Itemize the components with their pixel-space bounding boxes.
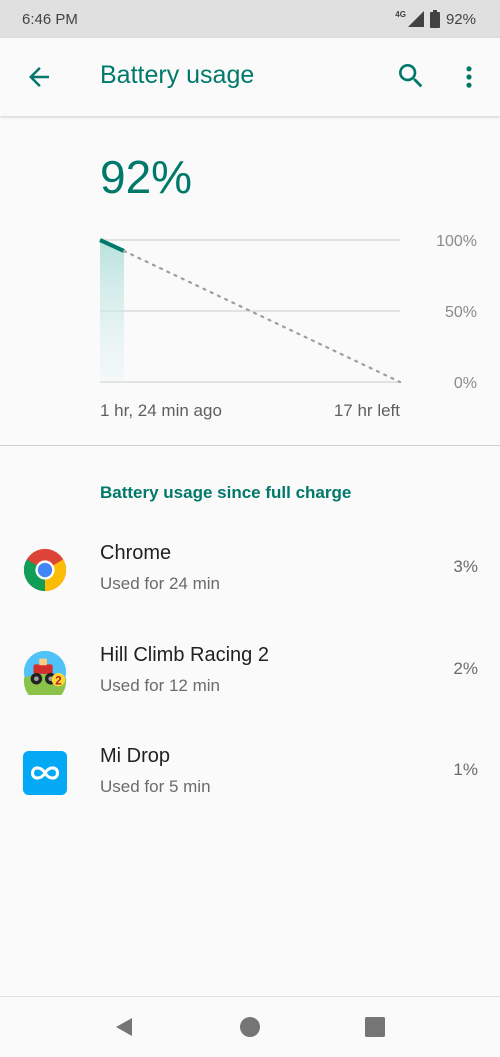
back-arrow-icon[interactable] bbox=[24, 62, 54, 92]
y-tick-100: 100% bbox=[436, 233, 477, 250]
hill-climb-racing-icon: 2 bbox=[23, 650, 67, 695]
battery-icon bbox=[429, 10, 440, 28]
nav-recents-icon[interactable] bbox=[363, 1015, 387, 1039]
projection-line bbox=[122, 249, 402, 384]
app-usage-detail: Used for 24 min bbox=[100, 574, 220, 593]
app-usage-percent: 3% bbox=[453, 557, 478, 576]
mi-drop-icon bbox=[22, 750, 68, 796]
app-row-hill-climb-racing-2[interactable]: 2 Hill Climb Racing 2 Used for 12 min 2% bbox=[0, 644, 500, 734]
status-battery-percent: 92% bbox=[445, 10, 476, 28]
app-row-mi-drop[interactable]: Mi Drop Used for 5 min 1% bbox=[0, 745, 500, 835]
signal-icon bbox=[407, 11, 424, 27]
more-options-icon[interactable] bbox=[455, 60, 483, 94]
y-tick-50: 50% bbox=[445, 304, 477, 321]
status-time: 6:46 PM bbox=[22, 10, 78, 28]
y-tick-0: 0% bbox=[454, 375, 477, 392]
status-icons: 4G 92% bbox=[395, 10, 476, 28]
app-usage-detail: Used for 5 min bbox=[100, 777, 211, 796]
app-usage-detail: Used for 12 min bbox=[100, 676, 220, 695]
app-name: Mi Drop bbox=[100, 745, 171, 767]
nav-home-icon[interactable] bbox=[238, 1015, 262, 1039]
nav-back-icon[interactable] bbox=[112, 1015, 136, 1039]
chart-start-label: 1 hr, 24 min ago bbox=[100, 401, 222, 420]
app-bar: Battery usage bbox=[0, 38, 500, 116]
app-name: Hill Climb Racing 2 bbox=[100, 644, 269, 666]
app-usage-percent: 1% bbox=[453, 760, 478, 779]
section-divider bbox=[0, 445, 500, 446]
app-row-chrome[interactable]: Chrome Used for 24 min 3% bbox=[0, 542, 500, 632]
network-type: 4G bbox=[395, 9, 406, 19]
chart-end-label: 17 hr left bbox=[333, 401, 400, 420]
battery-chart: 100% 50% 0% bbox=[99, 233, 477, 392]
svg-text:2: 2 bbox=[55, 675, 61, 687]
page-title: Battery usage bbox=[100, 61, 255, 89]
section-header: Battery usage since full charge bbox=[100, 483, 352, 502]
search-icon[interactable] bbox=[395, 60, 427, 92]
app-usage-percent: 2% bbox=[453, 659, 478, 678]
status-bar: 6:46 PM 4G 92% bbox=[0, 0, 500, 38]
app-name: Chrome bbox=[100, 542, 172, 564]
battery-level: 92% bbox=[100, 151, 193, 203]
navigation-bar bbox=[0, 996, 500, 1057]
chrome-icon bbox=[23, 548, 67, 592]
history-area bbox=[100, 240, 124, 382]
